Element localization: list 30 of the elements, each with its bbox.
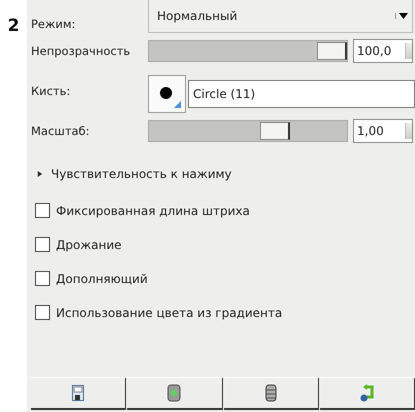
opacity-slider[interactable] bbox=[148, 40, 348, 62]
pressure-expander[interactable]: Чувствительность к нажиму bbox=[37, 167, 415, 181]
option-checkbox[interactable]: Дополняющий bbox=[35, 271, 415, 286]
option-checkbox[interactable]: Использование цвета из градиента bbox=[35, 305, 415, 320]
mode-dropdown[interactable]: Нормальный bbox=[148, 0, 413, 33]
caret-icon bbox=[395, 13, 408, 19]
scale-slider[interactable] bbox=[148, 120, 348, 142]
reset-arrow-icon bbox=[358, 384, 375, 402]
opacity-spinbox[interactable]: 100,0 bbox=[353, 39, 413, 63]
option-checkbox[interactable]: Дрожание bbox=[35, 237, 415, 252]
slider-thumb[interactable] bbox=[317, 42, 347, 60]
reset-button[interactable] bbox=[320, 378, 415, 410]
opacity-label: Непрозрачность bbox=[31, 44, 132, 58]
brush-name-field[interactable]: Circle (11) bbox=[188, 80, 415, 108]
checkbox[interactable] bbox=[35, 203, 50, 218]
database-icon bbox=[264, 384, 277, 402]
checkbox[interactable] bbox=[35, 237, 50, 252]
step-number: 2 bbox=[8, 16, 20, 36]
save-button[interactable] bbox=[31, 378, 126, 410]
restore-button[interactable] bbox=[127, 378, 222, 410]
slider-thumb[interactable] bbox=[260, 122, 290, 140]
mode-label: Режим: bbox=[31, 16, 76, 30]
option-checkbox[interactable]: Фиксированная длина штриха bbox=[35, 203, 415, 218]
brush-label: Кисть: bbox=[31, 84, 72, 98]
brush-preview-button[interactable] bbox=[148, 75, 186, 113]
checkbox[interactable] bbox=[35, 271, 50, 286]
delete-button[interactable] bbox=[224, 378, 319, 410]
scale-spinbox[interactable]: 1,00 bbox=[353, 119, 413, 143]
scale-label: Масштаб: bbox=[31, 124, 91, 138]
checkbox[interactable] bbox=[35, 305, 50, 320]
